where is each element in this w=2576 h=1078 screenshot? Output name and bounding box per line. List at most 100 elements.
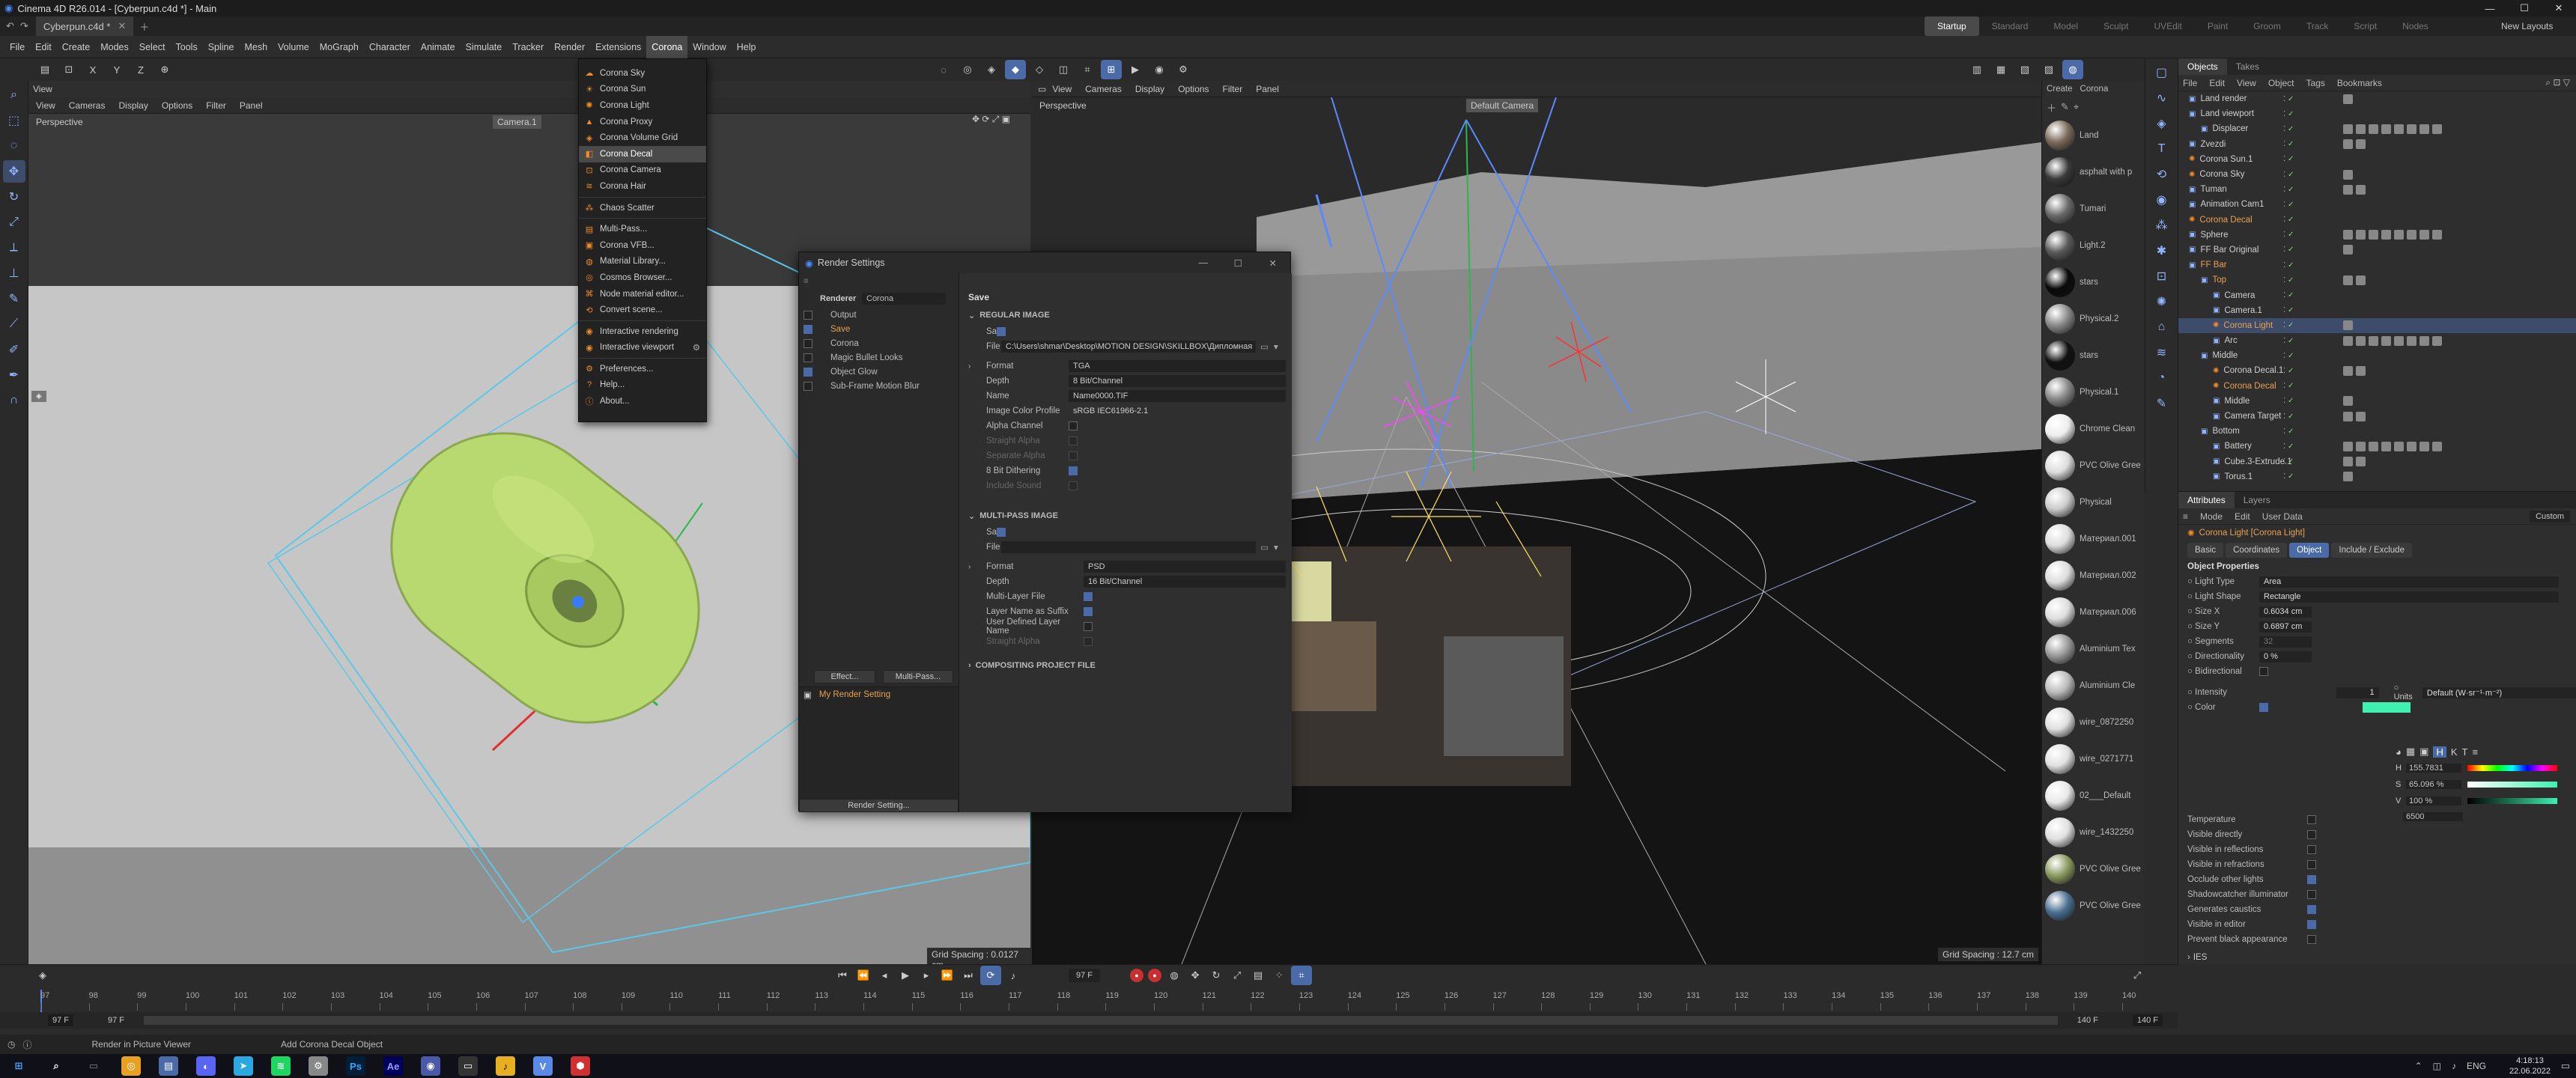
rs-item-save[interactable]: Save: [799, 322, 959, 336]
photoshop-icon[interactable]: Ps: [346, 1056, 365, 1076]
magnet-icon[interactable]: ∩: [3, 389, 25, 412]
material-item[interactable]: Physical.2: [2042, 300, 2145, 337]
check-box[interactable]: [2307, 905, 2316, 914]
workplane-icon[interactable]: ⊞: [1101, 60, 1122, 79]
lsuffix-checkbox[interactable]: [1084, 607, 1093, 616]
tag-icon[interactable]: [2356, 230, 2366, 240]
attr-subtab-include-exclude[interactable]: Include / Exclude: [2331, 543, 2412, 558]
corona-menu-corona-proxy[interactable]: ▲ Corona Proxy: [579, 114, 706, 130]
name-dropdown[interactable]: Name0000.TIF: [1069, 390, 1286, 402]
material-item[interactable]: wire_0872250: [2042, 704, 2145, 740]
menu-animate[interactable]: Animate: [416, 36, 461, 58]
brush-icon[interactable]: ✎: [3, 287, 25, 310]
next-key-icon[interactable]: ⏩: [939, 967, 956, 984]
hsv-button[interactable]: H: [2433, 746, 2446, 758]
rotation-key-icon[interactable]: ↻: [1208, 967, 1224, 984]
tag-icon[interactable]: [2343, 396, 2353, 406]
tag-icon[interactable]: [2343, 94, 2353, 104]
text-mode-icon[interactable]: T: [2462, 746, 2468, 758]
param-key-icon[interactable]: ▤: [1250, 967, 1266, 984]
y-axis-button[interactable]: Y: [106, 60, 127, 79]
go-end-icon[interactable]: ⏭: [960, 967, 976, 984]
search-icon[interactable]: ⌕: [3, 84, 25, 106]
minimize-button[interactable]: —: [2473, 0, 2507, 16]
vp2-menu-cameras[interactable]: Cameras: [1085, 84, 1122, 94]
live-select-icon[interactable]: ◌: [3, 135, 25, 157]
tag-icon[interactable]: [2369, 335, 2378, 346]
gear-icon[interactable]: ⚙: [693, 342, 700, 353]
telegram-icon[interactable]: ➤: [234, 1056, 253, 1076]
object-row[interactable]: ✺ Corona Decal.1 ⁚ ✓: [2178, 363, 2576, 378]
file-arrow-icon[interactable]: ▾: [1274, 341, 1278, 352]
tag-icon[interactable]: [2369, 124, 2378, 134]
tag-icon[interactable]: [2343, 365, 2353, 376]
udef-checkbox[interactable]: [1084, 622, 1093, 631]
corona-menu-preferences[interactable]: ⚙ Preferences...: [579, 361, 706, 377]
tag-icon[interactable]: [2356, 457, 2366, 467]
material-item[interactable]: Physical: [2042, 484, 2145, 520]
tag-icon[interactable]: ⌂: [2151, 316, 2173, 338]
bidirectional-checkbox[interactable]: [2259, 667, 2268, 676]
tag-icon[interactable]: [2356, 335, 2366, 346]
separate-checkbox[interactable]: [1069, 451, 1078, 460]
tag-icon[interactable]: [2343, 335, 2353, 346]
multipass-section[interactable]: ⌄ MULTI-PASS IMAGE: [959, 507, 1292, 525]
menu-volume[interactable]: Volume: [273, 36, 315, 58]
save-checkbox[interactable]: [997, 327, 1006, 336]
tag-icon[interactable]: [2369, 441, 2378, 451]
wheel-icon[interactable]: ◕: [2396, 746, 2402, 758]
docs-icon[interactable]: ▤: [159, 1056, 178, 1076]
menu-corona[interactable]: Corona: [646, 35, 688, 58]
corona-menu-material-library[interactable]: ◍ Material Library...: [579, 254, 706, 270]
corona-menu-corona-volume-grid[interactable]: ◈ Corona Volume Grid: [579, 130, 706, 146]
chrome-icon[interactable]: ◎: [121, 1056, 141, 1076]
visibility-checks[interactable]: ⁚ ✓: [2283, 276, 2294, 284]
autokey-icon[interactable]: ●: [1148, 969, 1162, 982]
visibility-checks[interactable]: ⁚ ✓: [2283, 110, 2294, 118]
object-row[interactable]: ▣ Arc ⁚ ✓: [2178, 333, 2576, 348]
range-slider[interactable]: [144, 1016, 2058, 1025]
menu-simulate[interactable]: Simulate: [461, 36, 508, 58]
x-axis-button[interactable]: X: [82, 60, 103, 79]
object-row[interactable]: ▣ Top ⁚ ✓: [2178, 272, 2576, 287]
vp1-menu-display[interactable]: Display: [118, 100, 148, 111]
tag-icon[interactable]: [2356, 184, 2366, 195]
corona-menu-interactive-viewport[interactable]: ◉ Interactive viewport ⚙: [579, 340, 706, 356]
image-icon[interactable]: ▣: [2419, 746, 2428, 758]
check-box[interactable]: [2307, 845, 2316, 854]
object-row[interactable]: ▣ Middle ⁚ ✓: [2178, 348, 2576, 363]
file-tab[interactable]: Cyberpun.c4d * ✕: [35, 16, 134, 36]
coord-system-icon[interactable]: ⊕: [154, 60, 175, 79]
objects-menu-file[interactable]: File: [2183, 78, 2197, 88]
mp-save-checkbox[interactable]: [997, 528, 1006, 537]
redo-icon[interactable]: ↷: [20, 20, 28, 32]
effect-button[interactable]: Effect...: [814, 670, 875, 683]
regular-image-section[interactable]: ⌄ REGULAR IMAGE: [959, 306, 1292, 324]
rotate-icon[interactable]: ↻: [3, 186, 25, 208]
vp2-menu-filter[interactable]: Filter: [1223, 84, 1243, 94]
multipass-button[interactable]: Multi-Pass...: [883, 670, 953, 683]
material-item[interactable]: Land: [2042, 117, 2145, 153]
menu-spline[interactable]: Spline: [203, 36, 240, 58]
objects-menu-tags[interactable]: Tags: [2306, 78, 2325, 88]
material-item[interactable]: Материал.001: [2042, 520, 2145, 557]
layout-tab-paint[interactable]: Paint: [2195, 16, 2241, 36]
tag-icon[interactable]: [2407, 230, 2416, 240]
taskbar-search-icon[interactable]: ⌕: [46, 1056, 66, 1076]
visibility-checks[interactable]: ⁚ ✓: [2283, 397, 2294, 405]
mp-arrow-icon[interactable]: ▾: [1274, 542, 1278, 552]
key-selection-icon[interactable]: ◍: [1166, 967, 1182, 984]
material-item[interactable]: wire_1432250: [2042, 814, 2145, 850]
attr-subtab-basic[interactable]: Basic: [2187, 543, 2224, 558]
material-item[interactable]: Aluminium Cle: [2042, 667, 2145, 704]
tray-lang[interactable]: ENG: [2467, 1061, 2486, 1071]
material-item[interactable]: Aluminium Tex: [2042, 630, 2145, 667]
check-box[interactable]: [2307, 920, 2316, 929]
menu-tools[interactable]: Tools: [171, 36, 203, 58]
render-icon[interactable]: ◉: [1149, 60, 1170, 79]
visibility-checks[interactable]: ⁚ ✓: [2283, 291, 2294, 299]
visibility-checks[interactable]: ⁚ ✓: [2283, 427, 2294, 436]
visibility-checks[interactable]: ⁚ ✓: [2283, 457, 2294, 466]
task-view-icon[interactable]: ▭: [84, 1056, 103, 1076]
loop-icon[interactable]: ⟳: [980, 966, 1001, 985]
